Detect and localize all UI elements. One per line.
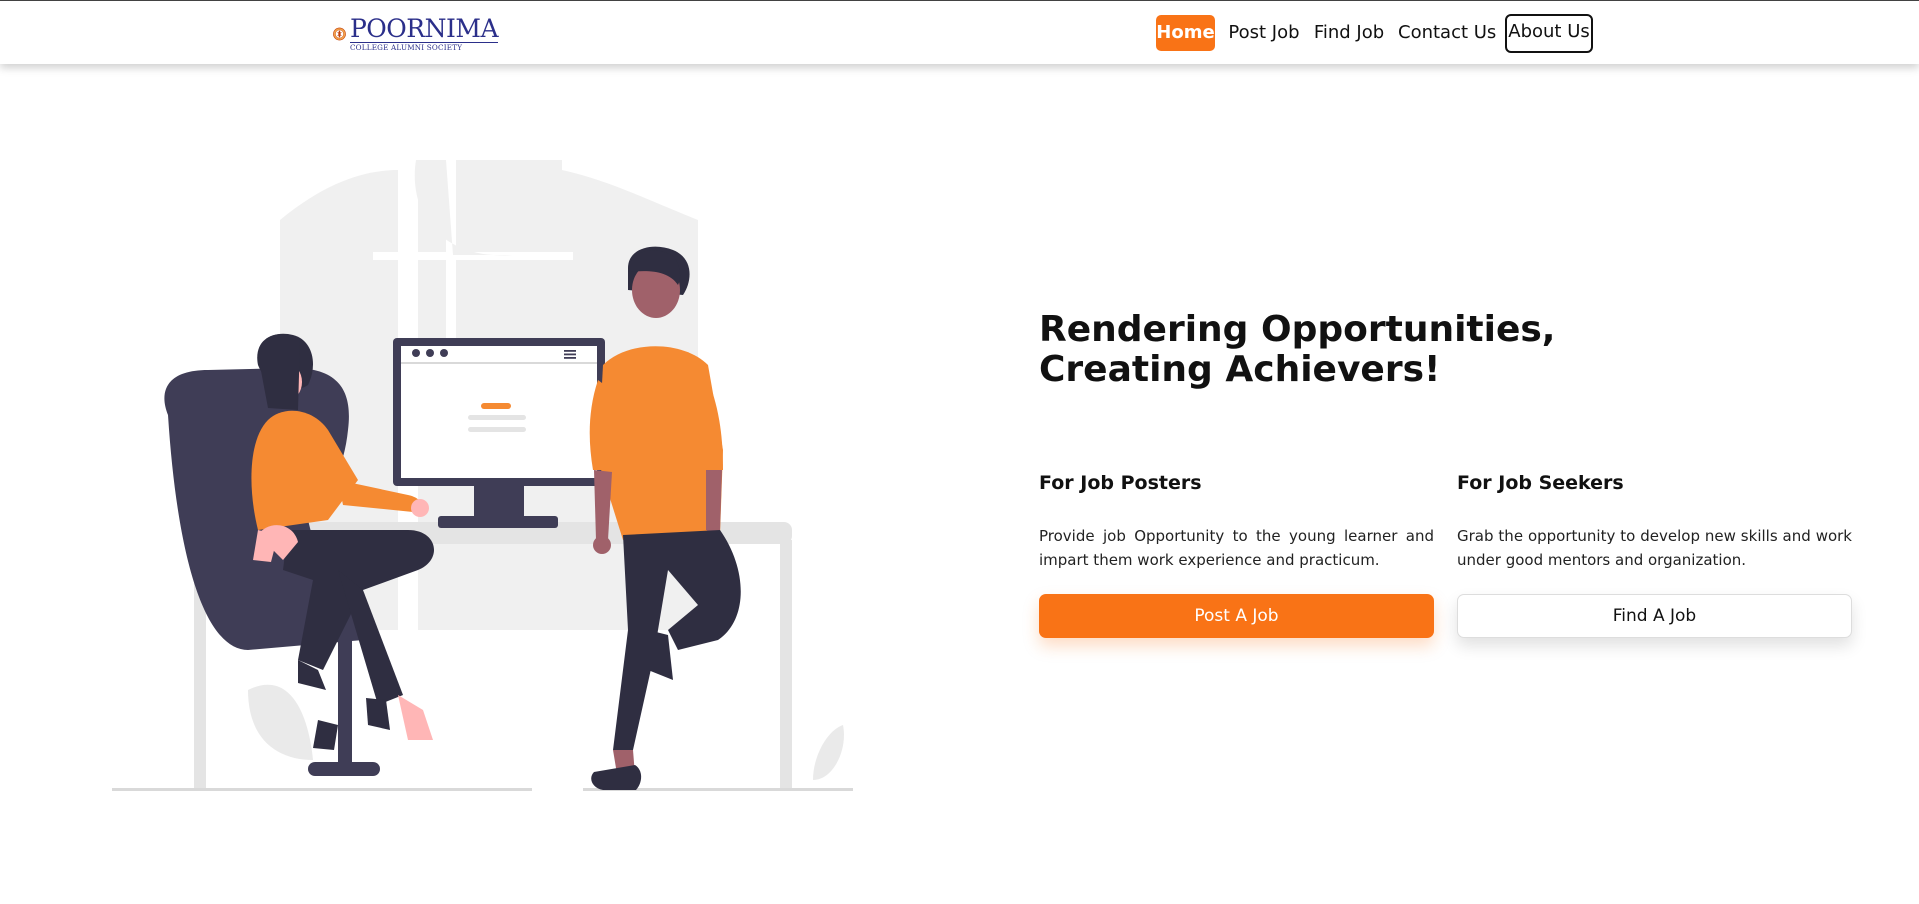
post-a-job-button[interactable]: Post A Job	[1039, 594, 1434, 638]
hero-title-line1: Rendering Opportunities,	[1039, 309, 1556, 350]
nav-find-job[interactable]: Find Job	[1313, 15, 1385, 51]
nav-home[interactable]: Home	[1156, 15, 1215, 51]
nav-contact-us[interactable]: Contact Us	[1398, 15, 1496, 51]
logo-subtext: COLLEGE ALUMNI SOCIETY	[349, 42, 498, 52]
logo-text: POORNIMA	[349, 14, 499, 44]
plant-right-icon	[813, 725, 844, 780]
logo[interactable]: POORNIMA COLLEGE ALUMNI SOCIETY	[333, 14, 499, 53]
navbar: POORNIMA COLLEGE ALUMNI SOCIETY Home Pos…	[0, 1, 1919, 64]
find-a-job-button[interactable]: Find A Job	[1457, 594, 1852, 638]
job-seekers-heading: For Job Seekers	[1457, 472, 1624, 494]
nav-about-us[interactable]: About Us	[1505, 14, 1593, 53]
job-posters-text: Provide job Opportunity to the young lea…	[1039, 527, 1434, 569]
logo-emblem-icon	[333, 27, 346, 41]
office-people-illustration-icon	[112, 160, 853, 791]
nav-post-job[interactable]: Post Job	[1227, 15, 1301, 51]
job-seekers-text: Grab the opportunity to develop new skil…	[1457, 527, 1852, 569]
plant-left-icon	[248, 684, 313, 760]
hero-title-line2: Creating Achievers!	[1039, 349, 1441, 390]
job-posters-heading: For Job Posters	[1039, 472, 1202, 494]
hero-title: Rendering Opportunities, Creating Achiev…	[1039, 310, 1559, 390]
